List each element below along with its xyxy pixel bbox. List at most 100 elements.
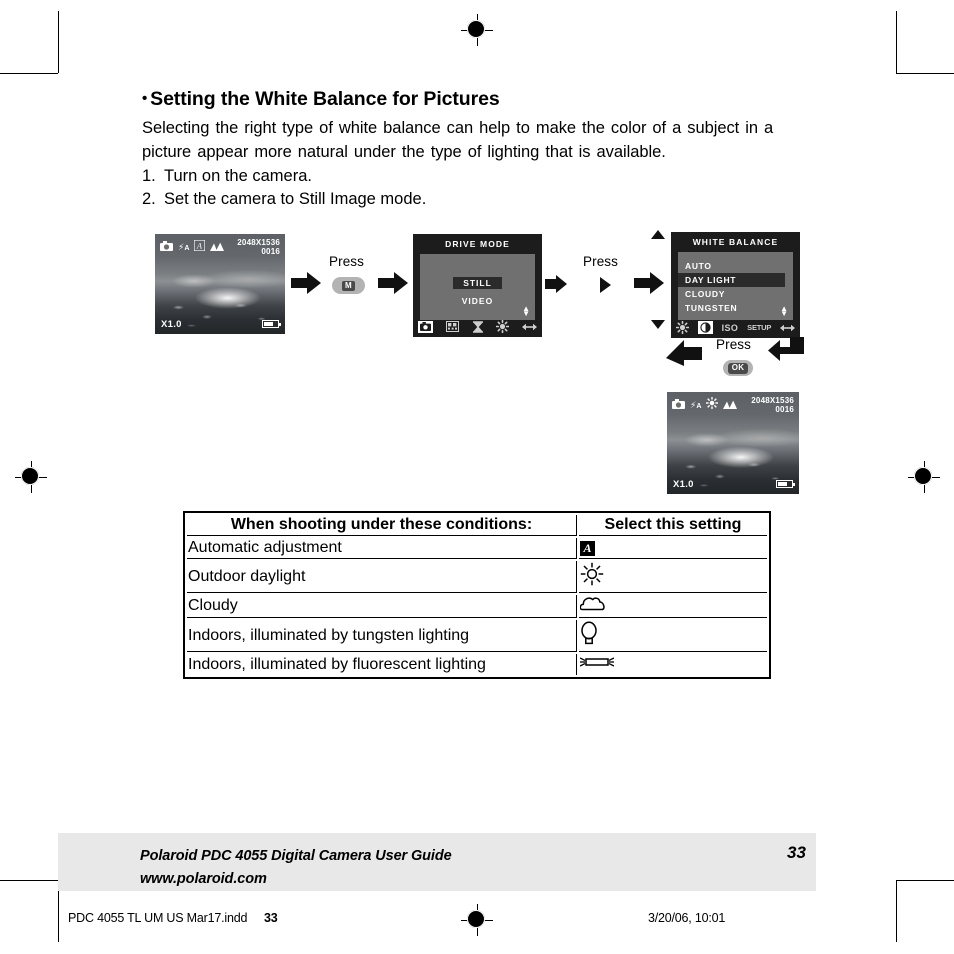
mode-button[interactable]: M [332,277,365,294]
light-bulb-icon [580,621,598,649]
footer-website[interactable]: www.polaroid.com [140,868,452,891]
page-number: 33 [787,843,806,862]
bullet-glyph: • [142,90,148,107]
tab-resolution-icon[interactable] [445,321,459,332]
print-timestamp: 3/20/06, 10:01 [648,911,726,925]
white-balance-auto-icon: A [193,238,206,256]
tab-left-right-arrow-icon[interactable] [779,324,795,332]
tab-self-timer-icon[interactable] [472,320,484,333]
scroll-updown-icon: ▲ ▼ [780,304,788,318]
table-cell-condition: Indoors, illuminated by tungsten lightin… [187,620,577,652]
flow-arrow-3 [545,275,567,298]
daylight-sun-icon [706,396,719,414]
nav-down-arrow[interactable] [651,320,665,329]
tab-camera-icon[interactable] [418,320,433,333]
footer-guide-title: Polaroid PDC 4055 Digital Camera User Gu… [140,848,452,864]
menu-item-day-light[interactable]: DAY LIGHT [678,273,785,287]
menu-item-tungsten[interactable]: TUNGSTEN [678,301,793,315]
lcd-counter: 0016 [261,247,280,257]
sun-icon [580,562,604,590]
menu-item-cloudy[interactable]: CLOUDY [678,287,793,301]
lcd-osd-before: ⚡A A 2048X1536 0016 X1.0 [155,234,285,334]
tab-brightness-icon[interactable] [676,321,689,334]
tab-setup-label[interactable]: SETUP [747,323,771,332]
flow-arrow-elbow-right [768,337,804,372]
print-filename-text: PDC 4055 TL UM US Mar17.indd [68,911,248,925]
step-number: 1. [142,166,156,185]
table-row: Automatic adjustment A [187,538,767,559]
document-page: • Setting the White Balance for Pictures … [0,0,954,954]
menu-item-video[interactable]: VIDEO [452,295,503,307]
table-cell-condition: Automatic adjustment [187,538,577,559]
cloud-icon [579,597,606,615]
lcd-resolution: 2048X1536 [237,238,280,247]
fluorescent-tube-icon [579,656,615,673]
table-row: Indoors, illuminated by fluorescent ligh… [187,654,767,675]
menu-item-auto[interactable]: AUTO [678,259,793,273]
camera-icon [672,396,685,414]
press-label-ok: Press [716,337,752,352]
flash-auto-icon: ⚡A [178,241,190,252]
table-cell-condition: Cloudy [187,595,577,618]
registration-mark-right [907,460,941,494]
mountain-icon [210,238,225,256]
lcd-preview-after: ⚡A 2048X1536 0016 X1.0 [667,392,799,494]
drive-mode-menu-title: DRIVE MODE [445,239,510,249]
table-header-conditions: When shooting under these conditions: [187,515,577,536]
lcd-resolution: 2048X1536 [751,396,794,405]
table-cell-condition: Indoors, illuminated by fluorescent ligh… [187,654,577,675]
flow-arrow-1 [291,272,321,299]
ok-button-label: OK [727,362,749,374]
right-arrow-button[interactable] [600,277,611,293]
scroll-updown-icon: ▲ ▼ [522,304,530,318]
print-filename: PDC 4055 TL UM US Mar17.indd [68,911,247,925]
steps-list: 1. Turn on the camera. 2. Set the camera t… [142,165,822,212]
white-balance-settings-table: When shooting under these conditions: Se… [183,511,771,679]
mode-button-label: M [342,280,355,291]
camera-icon [160,238,173,256]
footer-text: Polaroid PDC 4055 Digital Camera User Gu… [140,845,452,891]
tab-contrast-icon[interactable] [697,321,713,334]
white-balance-tab-bar: ISO SETUP [676,320,795,335]
flow-arrow-2 [378,272,408,299]
step-text: Set the camera to Still Image mode. [164,190,427,209]
tab-left-right-arrow-icon[interactable] [522,323,537,331]
ok-button[interactable]: OK [723,360,753,376]
registration-mark-bottom [460,903,494,937]
menu-item-still[interactable]: STILL [453,277,502,289]
drive-mode-menu-body: STILL VIDEO ▲ ▼ [420,254,535,320]
lcd-zoom-level: X1.0 [161,319,182,330]
mountain-icon [723,396,738,414]
step-item: 1. Turn on the camera. [142,165,822,189]
page-title: • Setting the White Balance for Pictures [142,88,822,110]
table-cell-setting [579,561,767,593]
table-header-row: When shooting under these conditions: Se… [187,515,767,536]
registration-mark-left [14,460,48,494]
table-row: Indoors, illuminated by tungsten lightin… [187,620,767,652]
step-item: 2. Set the camera to Still Image mode. [142,188,822,212]
step-number: 2. [142,190,156,209]
table-cell-setting: A [579,538,767,559]
tab-iso-label[interactable]: ISO [722,323,739,333]
nav-up-arrow[interactable] [651,230,665,239]
white-balance-menu: WHITE BALANCE AUTO DAY LIGHT CLOUDY TUNG… [671,232,800,338]
press-label-mode: Press [329,254,365,269]
drive-mode-menu: DRIVE MODE STILL VIDEO ▲ ▼ [413,234,542,337]
table-row: Cloudy [187,595,767,618]
table-row: Outdoor daylight [187,561,767,593]
table-cell-setting [579,595,767,618]
drive-mode-tab-bar [418,319,537,334]
white-balance-menu-body: AUTO DAY LIGHT CLOUDY TUNGSTEN ▲ ▼ [678,252,793,320]
lcd-zoom-level: X1.0 [673,479,694,490]
battery-icon [262,320,281,328]
table-cell-setting [579,620,767,652]
tab-brightness-icon[interactable] [496,320,510,333]
press-label-right: Press [583,254,619,269]
lcd-preview-before: ⚡A A 2048X1536 0016 X1.0 [155,234,285,334]
page-title-text: Setting the White Balance for Pictures [150,88,500,110]
white-balance-menu-title: WHITE BALANCE [692,237,779,247]
table-cell-condition: Outdoor daylight [187,561,577,593]
flash-auto-icon: ⚡A [690,399,702,410]
white-balance-auto-icon: A [580,541,595,556]
flow-arrow-4 [634,272,664,299]
